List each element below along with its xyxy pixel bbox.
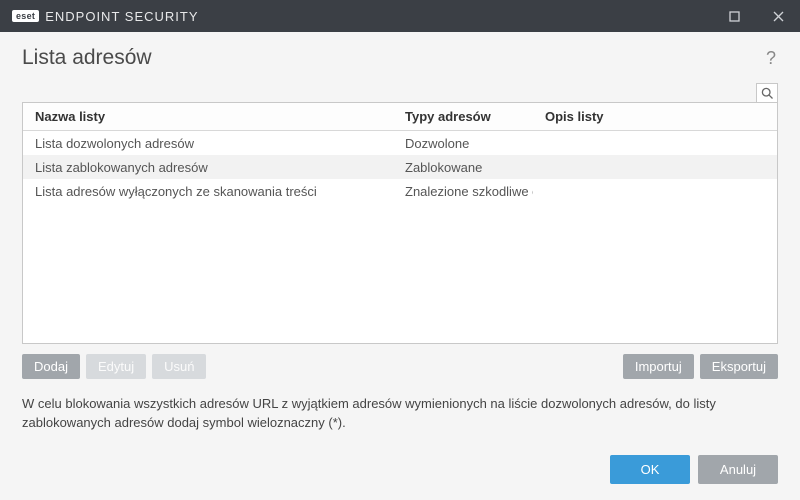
help-icon: ? xyxy=(766,48,776,68)
title-bar: eset ENDPOINT SECURITY xyxy=(0,0,800,32)
table-row[interactable]: Lista zablokowanych adresów Zablokowane xyxy=(23,155,777,179)
cell-desc xyxy=(533,131,777,155)
hint-text: W celu blokowania wszystkich adresów URL… xyxy=(22,395,778,433)
brand-logo: eset xyxy=(12,10,39,22)
address-lists-table: Nazwa listy Typy adresów Opis listy List… xyxy=(22,102,778,344)
brand-text: ENDPOINT SECURITY xyxy=(45,9,198,24)
remove-button[interactable]: Usuń xyxy=(152,354,206,379)
brand-logo-box: eset xyxy=(12,10,39,22)
table-body: Lista dozwolonych adresów Dozwolone List… xyxy=(23,131,777,343)
cell-desc xyxy=(533,179,777,203)
table-header: Nazwa listy Typy adresów Opis listy xyxy=(23,103,777,131)
search-button[interactable] xyxy=(756,83,778,103)
maximize-icon xyxy=(729,11,740,22)
table-row[interactable]: Lista adresów wyłączonych ze skanowania … xyxy=(23,179,777,203)
export-button[interactable]: Eksportuj xyxy=(700,354,778,379)
cancel-button[interactable]: Anuluj xyxy=(698,455,778,484)
col-header-type[interactable]: Typy adresów xyxy=(393,103,533,130)
cell-name: Lista dozwolonych adresów xyxy=(23,131,393,155)
help-button[interactable]: ? xyxy=(764,46,778,71)
close-icon xyxy=(773,11,784,22)
window-maximize-button[interactable] xyxy=(712,0,756,32)
search-icon xyxy=(761,87,774,100)
add-button[interactable]: Dodaj xyxy=(22,354,80,379)
import-button[interactable]: Importuj xyxy=(623,354,694,379)
ok-button[interactable]: OK xyxy=(610,455,690,484)
cell-desc xyxy=(533,155,777,179)
col-header-name[interactable]: Nazwa listy xyxy=(23,103,393,130)
edit-button[interactable]: Edytuj xyxy=(86,354,146,379)
cell-type: Zablokowane xyxy=(393,155,533,179)
cell-name: Lista zablokowanych adresów xyxy=(23,155,393,179)
col-header-desc[interactable]: Opis listy xyxy=(533,103,777,130)
cell-name: Lista adresów wyłączonych ze skanowania … xyxy=(23,179,393,203)
table-row[interactable]: Lista dozwolonych adresów Dozwolone xyxy=(23,131,777,155)
cell-type: Dozwolone xyxy=(393,131,533,155)
page-title: Lista adresów xyxy=(22,46,152,70)
cell-type: Znalezione szkodliwe opr... xyxy=(393,179,533,203)
window-close-button[interactable] xyxy=(756,0,800,32)
